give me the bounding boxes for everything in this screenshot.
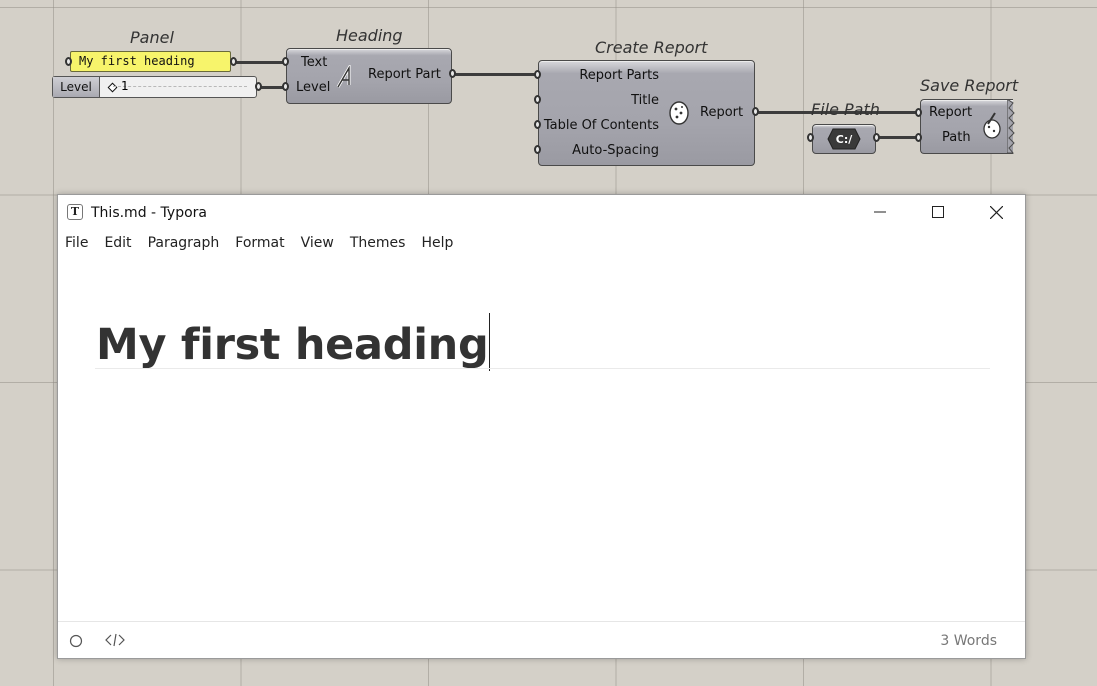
heading-icon — [336, 65, 351, 88]
create-report-input-toc: Table Of Contents — [543, 118, 659, 133]
close-icon — [989, 205, 1003, 219]
maximize-icon — [932, 206, 944, 218]
menu-help[interactable]: Help — [413, 231, 461, 257]
menu-paragraph[interactable]: Paragraph — [140, 231, 228, 257]
title-bar[interactable]: T This.md - Typora — [58, 195, 1025, 231]
save-report-grip-report[interactable] — [915, 108, 922, 117]
file-path-input-grip[interactable] — [807, 133, 814, 142]
file-path-title: File Path — [811, 100, 880, 119]
menu-view[interactable]: View — [293, 231, 342, 257]
create-report-component[interactable]: Report Parts Title Table Of Contents Aut… — [538, 60, 755, 166]
save-report-title: Save Report — [920, 76, 1019, 95]
save-report-grip-path[interactable] — [915, 133, 922, 142]
heading-output-report-part: Report Part — [368, 67, 441, 82]
create-report-input-parts: Report Parts — [579, 68, 659, 83]
create-report-output-grip[interactable] — [752, 107, 759, 116]
minimize-icon — [874, 211, 886, 213]
source-code-icon[interactable] — [105, 633, 125, 647]
slider-value: 1 — [121, 79, 129, 93]
file-path-icon-text: C:/ — [836, 133, 853, 146]
heading-title: Heading — [336, 26, 403, 45]
egg-icon — [669, 101, 689, 125]
menu-themes[interactable]: Themes — [342, 231, 414, 257]
wire-path-to-save — [878, 136, 918, 139]
create-report-input-spacing: Auto-Spacing — [572, 143, 659, 158]
menu-format[interactable]: Format — [227, 231, 292, 257]
word-count[interactable]: 3 Words — [940, 633, 997, 649]
create-report-title: Create Report — [595, 38, 708, 57]
slider-label: Level — [53, 77, 100, 97]
save-report-zigzag-edge — [1007, 99, 1015, 154]
save-report-input-report: Report — [929, 105, 973, 120]
panel-input-grip[interactable] — [65, 57, 72, 66]
create-report-grip-spacing[interactable] — [534, 145, 541, 154]
slider-diamond-icon — [107, 82, 118, 93]
create-report-grip-toc[interactable] — [534, 120, 541, 129]
file-path-icon: C:/ — [827, 128, 861, 150]
document-heading[interactable]: My first heading — [96, 313, 491, 371]
text-cursor — [489, 313, 491, 371]
maximize-button[interactable] — [909, 195, 967, 229]
file-path-component[interactable]: C:/ — [812, 124, 876, 154]
menu-bar: File Edit Paragraph Format View Themes H… — [58, 231, 461, 257]
save-report-input-path: Path — [942, 130, 971, 145]
minimize-button[interactable] — [851, 195, 909, 229]
menu-file[interactable]: File — [58, 231, 96, 257]
heading-underline — [95, 368, 990, 369]
window-title: This.md - Typora — [91, 205, 207, 221]
wire-panel-to-heading — [234, 61, 286, 64]
file-path-output-grip[interactable] — [873, 133, 880, 142]
close-button[interactable] — [967, 195, 1025, 229]
slider-track[interactable] — [113, 86, 247, 87]
heading-input-grip-level[interactable] — [282, 82, 289, 91]
typora-window[interactable]: T This.md - Typora File Edit Paragraph F… — [57, 194, 1026, 659]
create-report-input-title: Title — [631, 93, 659, 108]
status-bar: 3 Words — [58, 621, 1025, 658]
wire-heading-to-report — [453, 73, 537, 76]
document-heading-text: My first heading — [96, 320, 489, 370]
create-report-grip-title[interactable] — [534, 95, 541, 104]
heading-output-grip[interactable] — [449, 69, 456, 78]
heading-input-text: Text — [301, 55, 328, 70]
save-report-icon — [983, 112, 1001, 139]
panel-output-grip[interactable] — [230, 57, 237, 66]
create-report-grip-parts[interactable] — [534, 70, 541, 79]
level-slider[interactable]: Level 1 — [52, 76, 257, 98]
save-report-component[interactable]: Report Path — [920, 99, 1015, 154]
panel-component[interactable]: My first heading — [70, 51, 231, 72]
create-report-output: Report — [700, 105, 744, 120]
heading-input-level: Level — [296, 80, 331, 95]
typora-app-icon: T — [67, 204, 83, 220]
heading-component[interactable]: Text Level Report Part — [286, 48, 452, 104]
panel-title: Panel — [130, 28, 174, 47]
editor-area[interactable]: My first heading — [58, 257, 1025, 623]
menu-edit[interactable]: Edit — [96, 231, 139, 257]
slider-output-grip[interactable] — [255, 82, 262, 91]
outline-toggle-icon[interactable] — [69, 634, 83, 648]
heading-input-grip-text[interactable] — [282, 57, 289, 66]
